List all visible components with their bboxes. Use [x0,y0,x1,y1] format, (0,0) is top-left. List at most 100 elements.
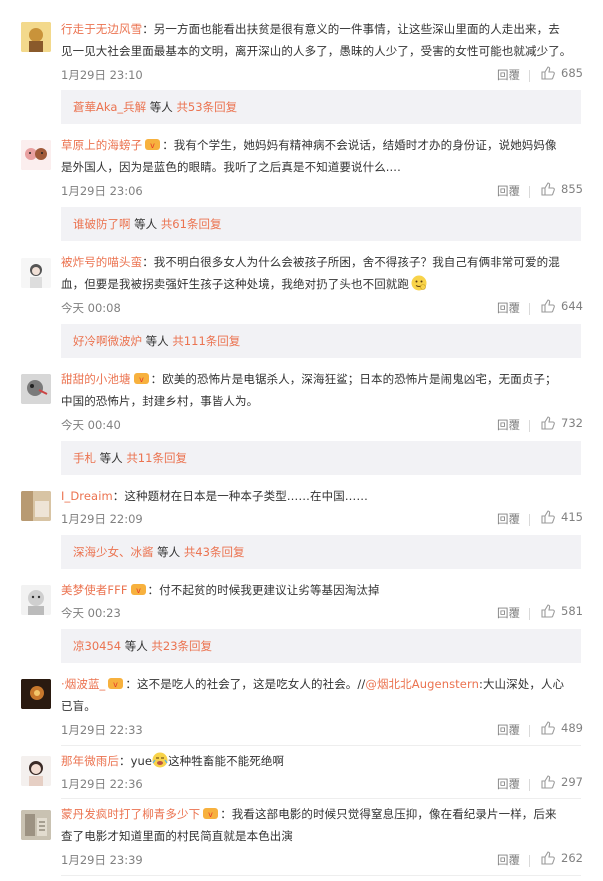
sub-replies-bar[interactable]: 好冷啊微波炉 等人 共111条回复 [61,324,581,358]
sub-replies-bar[interactable]: 手札 等人 共11条回复 [61,441,581,475]
divider [529,608,530,620]
thumbs-up-icon [541,721,555,735]
sub-replies-bar[interactable]: 谁破防了啊 等人 共61条回复 [61,207,581,241]
comment-text: ：这种题材在日本是一种本子类型……在中国…… [112,489,368,503]
svg-text:v: v [136,586,141,595]
thumbs-up-icon [541,604,555,618]
comment-text: ：另一方面也能看出扶贫是很有意义的一件事情，让这些深山里面的人走出来，去 [142,22,560,36]
like-button[interactable]: 644 [541,299,583,313]
username-link[interactable]: 行走于无边风雪 [61,22,142,36]
comment-text: 血，但要是我被拐卖强奸生孩子这种处境，我绝对扔了头也不回就跑 [61,277,409,291]
sub-reply-names[interactable]: 谁破防了啊 [73,217,131,231]
sub-replies-bar[interactable]: 深海少女、冰酱 等人 共43条回复 [61,535,581,569]
avatar[interactable] [21,22,51,52]
divider [529,303,530,315]
like-button[interactable]: 415 [541,510,583,524]
comment-text: 中国的恐怖片，封建乡村，事皆人为。 [61,394,259,408]
comment-text: 见一见大社会里面最基本的文明，离开深山的人多了，愚昧的人少了，受害的女性可能也就… [61,44,572,58]
thumbs-up-icon [541,66,555,80]
like-count: 262 [561,851,583,865]
svg-text:v: v [113,680,118,689]
avatar[interactable] [21,585,51,615]
vip-badge-icon: v [145,139,161,150]
comment-time: 今天 00:23 [61,606,121,620]
like-button[interactable]: 262 [541,851,583,865]
comment-time: 1月29日 23:06 [61,184,143,198]
reply-button[interactable]: 回覆 [497,417,520,433]
sub-replies-bar[interactable]: 凉30454 等人 共23条回复 [61,629,581,663]
username-link[interactable]: 美梦使者FFF [61,583,128,597]
reply-button[interactable]: 回覆 [497,722,520,738]
comment-text: ：这不是吃人的社会了，这是吃女人的社会。// [125,677,366,691]
sub-reply-count[interactable]: 共61条回复 [161,217,222,231]
username-link[interactable]: 甜甜的小池塘 [61,372,131,386]
avatar[interactable] [21,374,51,404]
sub-reply-names[interactable]: 手札 [73,451,96,465]
comment-time: 1月29日 22:33 [61,723,143,737]
username-link[interactable]: 蒙丹发疯时打了柳青多少下 [61,807,200,821]
sub-reply-names[interactable]: 蒼華Aka_兵解 [73,100,146,114]
svg-text:v: v [150,141,155,150]
emoji-icon [152,752,168,768]
reply-button[interactable]: 回覆 [497,183,520,199]
like-button[interactable]: 685 [541,66,583,80]
comment-text: :大山深处，人心 [478,677,565,691]
sub-reply-count[interactable]: 共43条回复 [184,545,245,559]
avatar[interactable] [21,679,51,709]
reply-button[interactable]: 回覆 [497,511,520,527]
sub-reply-count[interactable]: 共11条回复 [126,451,187,465]
vip-badge-icon: v [133,373,149,384]
vip-badge-icon: v [203,808,219,819]
comment-text: 是外国人，因为是蓝色的眼睛。我听了之后真是不知道要说什么.... [61,160,401,174]
username-link[interactable]: 那年微雨后 [61,754,119,768]
like-count: 644 [561,299,583,313]
thumbs-up-icon [541,775,555,789]
like-button[interactable]: 581 [541,604,583,618]
thumbs-up-icon [541,182,555,196]
separator [61,798,581,799]
username-link[interactable]: 被炸号的喵头蛮 [61,255,142,269]
sub-replies-bar[interactable]: 蒼華Aka_兵解 等人 共53条回复 [61,90,581,124]
comment-text: ：欧美的恐怖片是电锯杀人，深海狂鲨；日本的恐怖片是闹鬼凶宅，无面贞子； [150,372,557,386]
divider [529,855,530,867]
vip-badge-icon: v [108,678,124,689]
comment-time: 今天 00:40 [61,418,121,432]
avatar[interactable] [21,140,51,170]
username-link[interactable]: I_Dreaim [61,489,113,503]
sub-reply-count[interactable]: 共111条回复 [172,334,240,348]
avatar[interactable] [21,491,51,521]
like-count: 489 [561,721,583,735]
avatar[interactable] [21,258,51,288]
like-button[interactable]: 732 [541,416,583,430]
comment-text: ：我不明白很多女人为什么会被孩子所困，舍不得孩子？我自己有俩非常可爱的混 [142,255,560,269]
reply-button[interactable]: 回覆 [497,67,520,83]
like-button[interactable]: 489 [541,721,583,735]
sub-reply-names[interactable]: 好冷啊微波炉 [73,334,142,348]
reply-button[interactable]: 回覆 [497,852,520,868]
reply-button[interactable]: 回覆 [497,300,520,316]
mention-link[interactable]: @烟北北Augenstern [365,677,479,691]
like-button[interactable]: 855 [541,182,583,196]
comment-text: 这种牲畜能不能死绝啊 [168,754,285,768]
like-count: 581 [561,604,583,618]
sub-reply-count[interactable]: 共53条回复 [176,100,237,114]
separator [61,875,581,876]
thumbs-up-icon [541,299,555,313]
comment-text: 查了电影才知道里面的村民简直就是本色出演 [61,829,293,843]
comment-time: 1月29日 22:36 [61,777,143,791]
emoji-icon [411,275,427,291]
username-link[interactable]: ·烟波蓝_ [61,677,105,691]
divider [529,186,530,198]
avatar[interactable] [21,756,51,786]
like-button[interactable]: 297 [541,775,583,789]
separator [61,745,581,746]
sub-reply-names[interactable]: 深海少女、冰酱 [73,545,154,559]
like-count: 297 [561,775,583,789]
username-link[interactable]: 草原上的海螃子 [61,138,142,152]
sub-reply-count[interactable]: 共23条回复 [151,639,212,653]
reply-button[interactable]: 回覆 [497,605,520,621]
reply-button[interactable]: 回覆 [497,776,520,792]
sub-reply-names[interactable]: 凉30454 [73,639,121,653]
like-count: 732 [561,416,583,430]
avatar[interactable] [21,810,51,840]
